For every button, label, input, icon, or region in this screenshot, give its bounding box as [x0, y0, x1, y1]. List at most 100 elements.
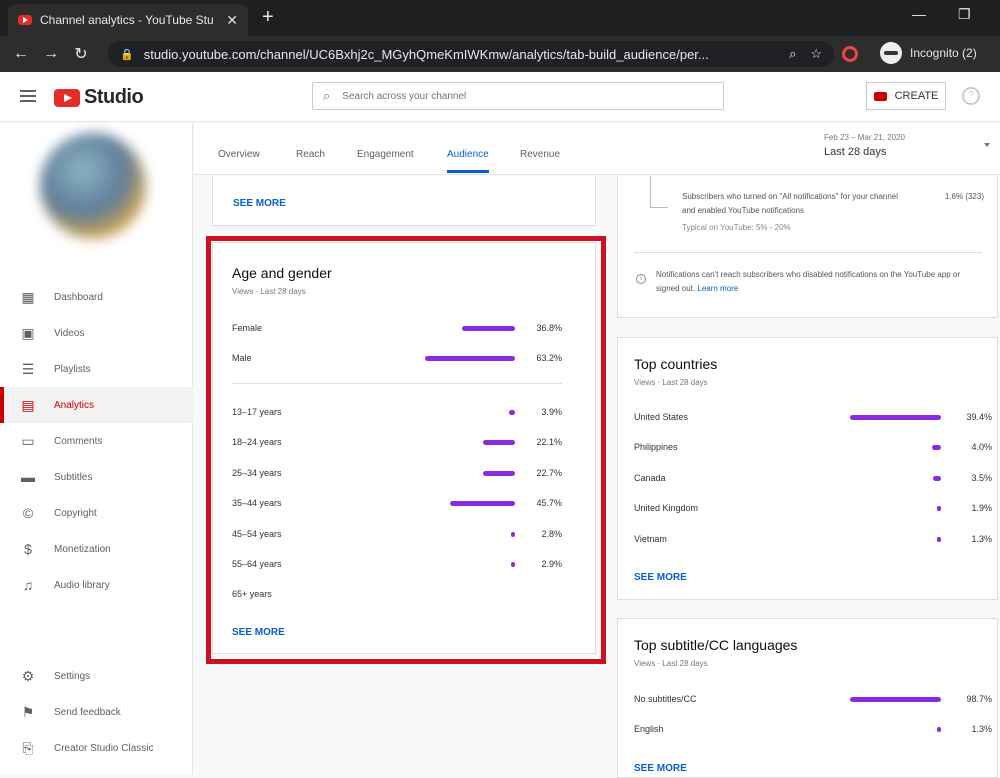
see-more-link[interactable]: SEE MORE [634, 763, 687, 774]
date-range-selector[interactable]: Feb 23 – Mar 21, 2020 Last 28 days [824, 133, 905, 158]
sidebar-item-creator-studio-classic[interactable]: ⎘ Creator Studio Classic [0, 730, 193, 766]
card-subtitle: Views · Last 28 days [634, 659, 708, 668]
sidebar-item-copyright[interactable]: © Copyright [0, 495, 193, 531]
tab-revenue[interactable]: Revenue [520, 149, 560, 160]
sidebar-item-settings[interactable]: ⚙ Settings [0, 658, 193, 694]
bar-row-label: Canada [634, 472, 666, 483]
see-more-link[interactable]: SEE MORE [232, 627, 285, 638]
bar-row-label: Female [232, 323, 263, 333]
bar-row-value: 2.9% [541, 559, 562, 569]
bar-row: 13–17 years 3.9% [232, 405, 562, 421]
sidebar-item-label: Copyright [54, 507, 97, 519]
sidebar-item-label: Settings [54, 670, 91, 682]
bar-row-value: 22.1% [536, 437, 562, 448]
bar-row-label: 65+ years [232, 589, 272, 600]
bar-row-value: 1.9% [971, 503, 992, 514]
bar-mark [850, 415, 941, 420]
bar-row-value: 3.9% [541, 407, 562, 417]
subtitles-icon: ▬ [21, 469, 35, 485]
studio-logo-text: Studio [84, 86, 144, 108]
search-input[interactable] [342, 90, 713, 102]
reload-icon[interactable]: ↻ [66, 44, 96, 64]
minimize-icon[interactable]: — [912, 6, 926, 22]
incognito-profile[interactable]: Incognito (2) [880, 42, 977, 64]
chevron-down-icon[interactable] [984, 143, 990, 147]
learn-more-link[interactable]: Learn more [697, 284, 738, 293]
see-more-link[interactable]: SEE MORE [233, 198, 286, 209]
sidebar-item-subtitles[interactable]: ▬ Subtitles [0, 459, 193, 495]
create-video-icon [873, 91, 887, 101]
help-icon[interactable]: ? [962, 87, 980, 105]
bar-mark [510, 531, 515, 537]
top-countries-card: Top countries Views · Last 28 days Unite… [617, 337, 998, 600]
bar-row: English 1.3% [634, 722, 992, 738]
dashboard-icon: ▦ [21, 288, 35, 305]
bar-row: 25–34 years 22.7% [232, 466, 562, 482]
studio-logo[interactable]: Studio [54, 86, 144, 109]
bar-row: 35–44 years 45.7% [232, 496, 562, 512]
bar-row-label: United States [634, 412, 689, 422]
bar-row-value: 45.7% [536, 498, 562, 509]
sidebar-item-send-feedback[interactable]: ⚑ Send feedback [0, 694, 193, 730]
tab-reach[interactable]: Reach [296, 149, 325, 160]
notifications-value: 1.6% (323) [944, 192, 984, 201]
feedback-icon: ⚑ [21, 703, 35, 720]
bar-mark [449, 501, 515, 507]
channel-avatar[interactable] [40, 133, 146, 239]
sidebar-item-label: Monetization [54, 543, 111, 555]
tab-engagement[interactable]: Engagement [357, 149, 414, 160]
bar-row-label: Vietnam [634, 533, 667, 544]
card-title: Top subtitle/CC languages [634, 637, 798, 653]
bar-row: Vietnam 1.3% [634, 532, 992, 548]
create-button[interactable]: CREATE [866, 82, 946, 110]
previous-card: SEE MORE [212, 176, 596, 226]
bar-row: No subtitles/CC 98.7% [634, 692, 992, 708]
bar-row: United Kingdom 1.9% [634, 501, 992, 517]
bar-row-label: 45–54 years [232, 528, 282, 539]
copyright-icon: © [22, 505, 34, 521]
bar-mark [510, 562, 515, 567]
close-tab-icon[interactable]: ✕ [226, 12, 238, 29]
divider [232, 383, 562, 384]
bar-row: 55–64 years 2.9% [232, 557, 562, 573]
bar-mark [424, 356, 515, 361]
bar-row: United States 39.4% [634, 410, 992, 426]
search-box[interactable]: ⌕ [312, 82, 724, 110]
monetization-icon: $ [24, 541, 32, 557]
new-tab-icon[interactable]: + [262, 6, 274, 29]
sidebar-item-comments[interactable]: ▭ Comments [0, 423, 193, 459]
bar-row-label: 55–64 years [232, 559, 282, 569]
bookmark-star-icon[interactable]: ☆ [810, 46, 822, 62]
restore-icon[interactable]: ❐ [958, 6, 971, 23]
sidebar-item-monetization[interactable]: $ Monetization [0, 531, 193, 567]
sidebar-item-analytics[interactable]: ▤ Analytics [0, 387, 193, 423]
card-subtitle: Views · Last 28 days [232, 287, 306, 296]
tab-audience[interactable]: Audience [447, 149, 489, 173]
sidebar-item-label: Subtitles [54, 471, 93, 483]
bar-row-value: 3.5% [971, 472, 992, 483]
playlists-icon: ☰ [21, 360, 35, 377]
bar-row-label: 18–24 years [232, 437, 282, 448]
sidebar-item-label: Send feedback [54, 706, 121, 718]
see-more-link[interactable]: SEE MORE [634, 572, 687, 583]
zoom-icon[interactable]: ⌕ [789, 46, 796, 62]
top-languages-card: Top subtitle/CC languages Views · Last 2… [617, 618, 998, 778]
back-icon[interactable]: ← [6, 45, 36, 63]
forward-icon[interactable]: → [36, 45, 66, 63]
bar-mark [937, 727, 941, 733]
card-subtitle: Views · Last 28 days [634, 378, 708, 387]
tab-overview[interactable]: Overview [218, 149, 260, 160]
sidebar-item-playlists[interactable]: ☰ Playlists [0, 351, 193, 387]
bar-row-value: 1.3% [971, 533, 992, 544]
browser-tab[interactable]: Channel analytics - YouTube Stu ✕ [8, 4, 248, 36]
bar-row-label: 13–17 years [232, 407, 282, 417]
sidebar-item-dashboard[interactable]: ▦ Dashboard [0, 279, 193, 315]
sidebar-item-videos[interactable]: ▣ Videos [0, 315, 193, 351]
extension-icon[interactable] [842, 46, 858, 62]
browser-toolbar: ← → ↻ 🔒 studio.youtube.com/channel/UC6Bx… [0, 36, 1000, 72]
address-bar[interactable]: 🔒 studio.youtube.com/channel/UC6Bxhj2c_M… [108, 41, 834, 67]
info-icon: i [636, 274, 646, 284]
menu-icon[interactable] [20, 90, 36, 102]
classic-icon: ⎘ [22, 739, 34, 756]
sidebar-item-audio-library[interactable]: ♫ Audio library [0, 567, 193, 603]
